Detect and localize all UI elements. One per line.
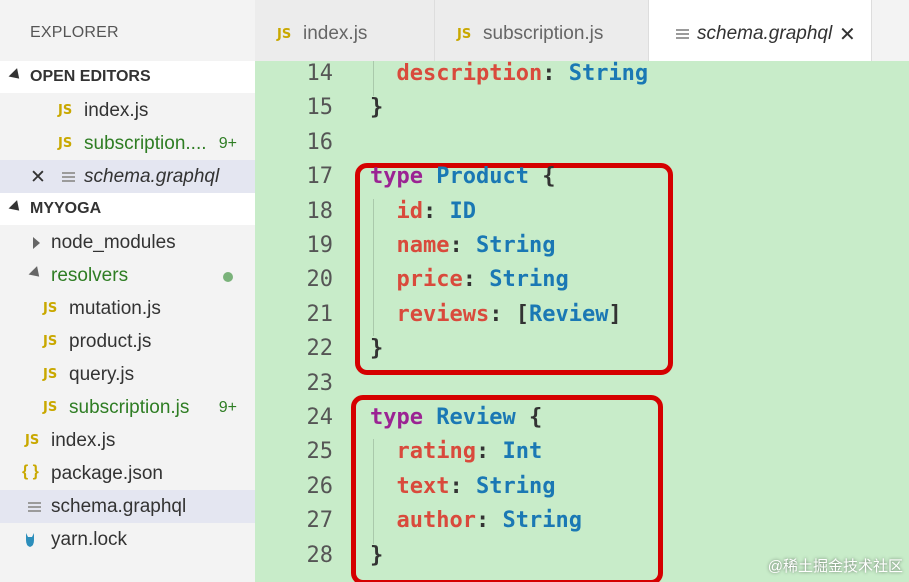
code-editor[interactable]: 14 description: String 15} 16 17 type Produc… — [255, 61, 909, 582]
open-editor-label: subscription.... — [84, 133, 207, 154]
chevron-down-icon — [8, 68, 24, 83]
code-line: type Review { — [370, 405, 543, 430]
tree-item-label: query.js — [69, 364, 135, 385]
json-file-icon: { } — [22, 463, 39, 480]
close-icon[interactable]: ✕ — [30, 166, 46, 189]
js-file-icon: JS — [43, 400, 58, 415]
open-editor-subscription-js[interactable]: JS subscription.... 9+ — [0, 127, 255, 160]
tree-item-resolvers[interactable]: resolvers — [0, 259, 255, 292]
tree-item-label: subscription.js — [69, 397, 190, 418]
line-number: 14 — [306, 61, 334, 86]
tree-item-subscription-js[interactable]: JS subscription.js 9+ — [0, 391, 255, 424]
tree-item-label: mutation.js — [69, 298, 161, 319]
tree-item-label: product.js — [69, 331, 152, 352]
yarn-cat-icon — [26, 533, 34, 547]
chevron-right-icon — [33, 237, 40, 249]
line-number: 15 — [306, 95, 334, 121]
tab-label: index.js — [303, 23, 368, 44]
tree-item-label: package.json — [51, 463, 163, 484]
problems-badge: 9+ — [218, 135, 237, 152]
tree-item-node-modules[interactable]: node_modules — [0, 226, 255, 259]
js-file-icon: JS — [58, 136, 73, 151]
code-line: type Product { — [370, 164, 556, 190]
js-file-icon: JS — [25, 433, 40, 448]
file-lines-icon — [676, 29, 689, 39]
open-editor-index-js[interactable]: JS index.js — [0, 94, 255, 127]
line-number: 19 — [306, 233, 334, 258]
file-lines-icon — [62, 172, 75, 182]
code-line: id: ID — [396, 198, 477, 224]
line-number: 24 — [306, 405, 334, 430]
open-editor-schema-graphql[interactable]: ✕ schema.graphql — [0, 160, 255, 193]
tree-item-mutation-js[interactable]: JS mutation.js — [0, 292, 255, 325]
line-number: 17 — [306, 164, 334, 190]
file-lines-icon — [28, 502, 41, 512]
code-line: rating: Int — [396, 439, 543, 465]
line-number: 20 — [306, 267, 334, 293]
tree-item-schema-graphql[interactable]: schema.graphql — [0, 490, 255, 523]
tab-subscription-js[interactable]: JS subscription.js — [435, 0, 649, 61]
line-number: 18 — [306, 198, 334, 224]
tree-item-package-json[interactable]: { } package.json — [0, 457, 255, 490]
chevron-down-icon — [8, 200, 24, 215]
code-line: name: String — [396, 233, 556, 258]
problems-badge: 9+ — [218, 399, 237, 416]
tree-item-yarn-lock[interactable]: yarn.lock — [0, 523, 255, 556]
tree-item-label: schema.graphql — [51, 496, 187, 517]
code-line: text: String — [396, 473, 556, 499]
line-number: 25 — [306, 439, 334, 465]
code-line: } — [370, 95, 384, 121]
line-number: 22 — [306, 336, 334, 362]
code-line: author: String — [396, 508, 582, 534]
tree-item-label: index.js — [51, 430, 116, 451]
project-label: MYYOGA — [30, 200, 102, 217]
explorer-title: EXPLORER — [30, 24, 119, 41]
open-editor-label: schema.graphql — [84, 166, 220, 187]
tab-label: schema.graphql — [697, 23, 833, 44]
code-line: } — [370, 542, 384, 568]
open-editor-label: index.js — [84, 100, 149, 121]
js-file-icon: JS — [43, 301, 58, 316]
code-line: price: String — [396, 267, 569, 293]
modified-dot-icon — [223, 272, 233, 282]
code-line: description: String — [396, 61, 649, 86]
js-file-icon: JS — [457, 27, 472, 42]
tab-index-js[interactable]: JS index.js — [255, 0, 435, 61]
watermark: @稀土掘金技术社区 — [767, 558, 903, 575]
tab-schema-graphql[interactable]: schema.graphql ✕ — [649, 0, 872, 61]
tab-label: subscription.js — [483, 23, 604, 44]
js-file-icon: JS — [58, 103, 73, 118]
code-line: } — [370, 336, 384, 362]
close-icon[interactable]: ✕ — [839, 22, 856, 47]
line-number: 23 — [306, 370, 334, 396]
line-number: 26 — [306, 473, 334, 499]
tree-item-product-js[interactable]: JS product.js — [0, 325, 255, 358]
line-number: 21 — [306, 301, 334, 327]
tree-item-label: resolvers — [51, 265, 129, 286]
line-number: 28 — [306, 542, 334, 568]
chevron-down-icon — [28, 266, 44, 281]
tree-item-label: node_modules — [51, 232, 176, 253]
tree-item-query-js[interactable]: JS query.js — [0, 358, 255, 391]
open-editors-label: OPEN EDITORS — [30, 68, 151, 85]
js-file-icon: JS — [43, 367, 58, 382]
line-number: 27 — [306, 508, 334, 534]
js-file-icon: JS — [43, 334, 58, 349]
tree-item-label: yarn.lock — [51, 529, 128, 550]
open-editors-header[interactable]: OPEN EDITORS — [0, 61, 255, 93]
project-header[interactable]: MYYOGA — [0, 193, 255, 225]
tree-item-index-js[interactable]: JS index.js — [0, 424, 255, 457]
editor-tab-bar: JS index.js JS subscription.js schema.gr… — [255, 0, 909, 61]
code-line: reviews: [Review] — [396, 301, 622, 327]
line-number: 16 — [306, 129, 334, 155]
explorer-sidebar: EXPLORER OPEN EDITORS JS index.js JS sub… — [0, 0, 255, 582]
js-file-icon: JS — [277, 27, 292, 42]
